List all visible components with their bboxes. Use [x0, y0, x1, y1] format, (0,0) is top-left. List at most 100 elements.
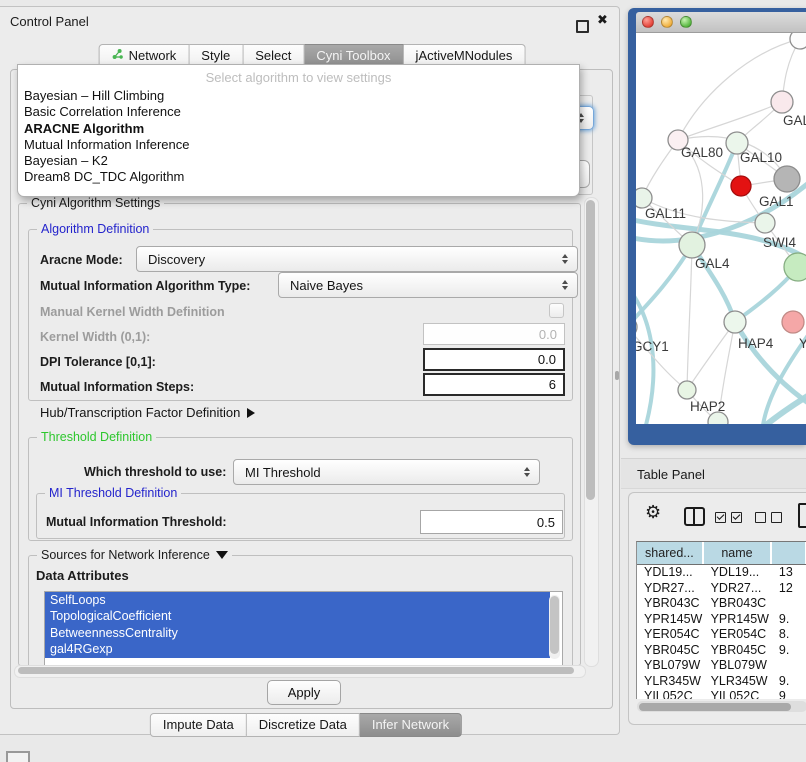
float-window-icon[interactable]: [576, 20, 589, 33]
aracne-mode-label: Aracne Mode:: [40, 253, 123, 267]
algorithm-option[interactable]: Bayesian – K2: [18, 153, 579, 169]
bottom-corner-button[interactable]: [6, 751, 30, 762]
manual-kernel-width-checkbox[interactable]: [549, 303, 564, 318]
combobox-value: Naive Bayes: [290, 278, 363, 293]
network-edge[interactable]: [636, 327, 687, 390]
list-scrollbar[interactable]: [549, 595, 560, 659]
table-row[interactable]: YDR27...YDR27...12: [637, 581, 806, 597]
network-node[interactable]: [724, 311, 746, 333]
table-horizontal-scrollbar[interactable]: [637, 701, 806, 712]
network-icon: [112, 48, 124, 63]
network-node[interactable]: [771, 91, 793, 113]
table-row[interactable]: YPR145WYPR145W9.: [637, 612, 806, 628]
network-node-label: GCY1: [636, 339, 669, 354]
network-node[interactable]: [679, 232, 705, 258]
table-row[interactable]: YIL052CYIL052C9: [637, 689, 806, 699]
network-node[interactable]: [731, 176, 751, 196]
network-view-window[interactable]: GALGAL80GAL10GAL1GAL11SWI4GAL4GCY1HAP4YH…: [628, 8, 806, 445]
network-window-titlebar[interactable]: [636, 12, 806, 33]
aracne-mode-combobox[interactable]: Discovery: [136, 246, 578, 272]
network-node[interactable]: [678, 381, 696, 399]
table-column-header[interactable]: name: [704, 542, 772, 564]
which-threshold-combobox[interactable]: MI Threshold: [233, 459, 540, 485]
minimize-traffic-light-icon[interactable]: [661, 16, 673, 28]
table-row[interactable]: YBR043CYBR043C: [637, 596, 806, 612]
table-cell: 9.: [772, 643, 806, 659]
table-column-header[interactable]: shared...: [637, 542, 704, 564]
dpi-tolerance-field[interactable]: 0.0: [423, 348, 565, 371]
data-attribute-item[interactable]: TopologicalCoefficient: [45, 608, 550, 624]
select-all-checkboxes-icon[interactable]: [715, 512, 742, 523]
table-row[interactable]: YBR045CYBR045C9.: [637, 643, 806, 659]
network-edge[interactable]: [678, 39, 800, 140]
network-node[interactable]: [782, 311, 804, 333]
close-window-icon[interactable]: ✖: [597, 13, 608, 28]
table-row[interactable]: YBL079WYBL079W: [637, 658, 806, 674]
tab-label: Cyni Toolbox: [316, 48, 390, 63]
network-node-label: SWI4: [763, 235, 796, 250]
table-cell: YDR27...: [637, 581, 704, 597]
table-horizontal-scrollbar-thumb[interactable]: [639, 703, 791, 711]
settings-vertical-scrollbar-thumb[interactable]: [586, 200, 595, 500]
split-columns-icon[interactable]: [684, 507, 705, 526]
network-node[interactable]: [774, 166, 800, 192]
table-cell: YPR145W: [704, 612, 772, 628]
data-attribute-item[interactable]: BetweennessCentrality: [45, 625, 550, 641]
algorithm-option[interactable]: Basic Correlation Inference: [18, 104, 579, 120]
combobox-value: MI Threshold: [245, 465, 321, 480]
algorithm-option[interactable]: Dream8 DC_TDC Algorithm: [18, 169, 579, 185]
table-cell: YBL079W: [637, 658, 704, 674]
tab-impute-data[interactable]: Impute Data: [150, 713, 247, 737]
algorithm-option[interactable]: Bayesian – Hill Climbing: [18, 88, 579, 104]
network-canvas[interactable]: GALGAL80GAL10GAL1GAL11SWI4GAL4GCY1HAP4YH…: [636, 33, 806, 424]
table-row[interactable]: YDL19...YDL19...13: [637, 565, 806, 581]
network-edge[interactable]: [687, 322, 735, 390]
settings-horizontal-scrollbar[interactable]: [14, 665, 586, 678]
tab-infer-network[interactable]: Infer Network: [360, 713, 462, 737]
network-node-label: GAL80: [681, 145, 723, 160]
data-attributes-list[interactable]: SelfLoopsTopologicalCoefficientBetweenne…: [44, 591, 563, 666]
network-node[interactable]: [784, 253, 806, 281]
hub-transcription-factor-section[interactable]: Hub/Transcription Factor Definition: [40, 405, 255, 420]
table-cell: 9.: [772, 674, 806, 690]
tab-label: Network: [129, 48, 177, 63]
document-icon[interactable]: [798, 503, 806, 528]
table-column-header[interactable]: [772, 542, 806, 564]
network-node[interactable]: [755, 213, 775, 233]
network-node[interactable]: [636, 188, 652, 208]
algorithm-option[interactable]: ARACNE Algorithm: [18, 121, 579, 137]
gear-icon[interactable]: ⚙: [645, 504, 661, 522]
settings-horizontal-scrollbar-thumb[interactable]: [18, 667, 574, 674]
mi-algorithm-type-combobox[interactable]: Naive Bayes: [278, 272, 578, 298]
algorithm-option[interactable]: Mutual Information Inference: [18, 137, 579, 153]
combobox-arrows-icon: [562, 254, 568, 264]
network-node[interactable]: [790, 33, 806, 49]
data-attribute-item[interactable]: SelfLoops: [45, 592, 550, 608]
table-cell: YBL079W: [704, 658, 772, 674]
network-edge[interactable]: [735, 322, 806, 405]
network-node[interactable]: [636, 317, 637, 337]
settings-vertical-scrollbar[interactable]: [584, 197, 599, 667]
tab-label: Style: [201, 48, 230, 63]
sources-group-title[interactable]: Sources for Network Inference: [37, 548, 232, 562]
zoom-traffic-light-icon[interactable]: [680, 16, 692, 28]
table-row[interactable]: YLR345WYLR345W9.: [637, 674, 806, 690]
mi-steps-field[interactable]: 6: [423, 373, 565, 396]
table-cell: YER054C: [704, 627, 772, 643]
kernel-width-field[interactable]: 0.0: [423, 323, 565, 345]
mi-threshold-field[interactable]: 0.5: [420, 510, 563, 534]
table-cell: YBR045C: [704, 643, 772, 659]
data-attribute-item[interactable]: gal4RGexp: [45, 641, 550, 657]
list-scrollbar-thumb[interactable]: [550, 596, 559, 654]
apply-button[interactable]: Apply: [267, 680, 341, 705]
table-cell: 9.: [772, 612, 806, 628]
close-traffic-light-icon[interactable]: [642, 16, 654, 28]
combobox-value: Discovery: [148, 252, 205, 267]
deselect-all-checkboxes-icon[interactable]: [755, 512, 782, 523]
network-edge[interactable]: [687, 245, 692, 390]
panel-splitter-handle[interactable]: [615, 371, 619, 380]
table-body: YDL19...YDL19...13YDR27...YDR27...12YBR0…: [637, 565, 806, 699]
table-row[interactable]: YER054CYER054C8.: [637, 627, 806, 643]
mi-type-label: Mutual Information Algorithm Type:: [40, 279, 250, 293]
tab-discretize-data[interactable]: Discretize Data: [247, 713, 360, 737]
